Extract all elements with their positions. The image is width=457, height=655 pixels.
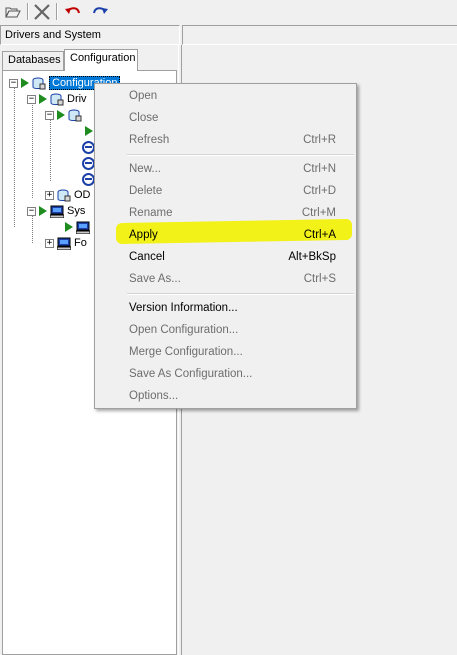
menu-item-refresh[interactable]: Refresh Ctrl+R: [96, 129, 354, 151]
tree-item-label: OD: [74, 189, 91, 201]
database-icon: [50, 93, 64, 105]
right-panel-header: [182, 25, 457, 45]
collapse-icon[interactable]: −: [9, 78, 18, 88]
delete-x-icon[interactable]: [31, 2, 53, 22]
expand-icon[interactable]: +: [45, 238, 54, 248]
menu-item-merge-configuration[interactable]: Merge Configuration...: [96, 341, 354, 363]
undo-icon[interactable]: [62, 2, 84, 22]
menu-item-new[interactable]: New... Ctrl+N: [96, 158, 354, 180]
tab-databases[interactable]: Databases: [2, 51, 64, 70]
computer-icon: [57, 237, 71, 250]
tree-line: [32, 101, 33, 198]
tree-item-od[interactable]: + OD: [45, 187, 91, 203]
menu-item-save-as[interactable]: Save As... Ctrl+S: [96, 268, 354, 290]
play-icon: [39, 94, 47, 104]
database-icon: [32, 77, 46, 89]
toolbar-separator: [27, 3, 29, 20]
menu-item-save-as-configuration[interactable]: Save As Configuration...: [96, 363, 354, 385]
play-icon: [85, 126, 93, 136]
panel-title: Drivers and System: [0, 25, 180, 45]
collapse-icon[interactable]: −: [27, 206, 36, 216]
menu-item-open[interactable]: Open: [96, 85, 354, 107]
menu-item-options[interactable]: Options...: [96, 385, 354, 407]
menu-item-close[interactable]: Close: [96, 107, 354, 129]
tree-item-label: Fo: [74, 237, 87, 249]
play-icon: [57, 110, 65, 120]
collapse-icon[interactable]: −: [27, 94, 36, 104]
database-icon: [57, 189, 71, 201]
computer-icon: [76, 221, 90, 234]
menu-item-apply[interactable]: Apply Ctrl+A: [96, 224, 354, 246]
menu-separator: [127, 293, 354, 295]
toolbar: [0, 0, 457, 24]
tree-item-label: Sys: [67, 205, 86, 217]
computer-icon: [50, 205, 64, 218]
tree-item-fo[interactable]: + Fo: [45, 235, 87, 251]
menu-item-rename[interactable]: Rename Ctrl+M: [96, 202, 354, 224]
play-icon: [21, 78, 29, 88]
expand-icon[interactable]: +: [45, 190, 54, 200]
menu-item-version-information[interactable]: Version Information...: [96, 297, 354, 319]
collapse-icon[interactable]: −: [45, 110, 54, 120]
tree-line: [50, 117, 51, 181]
tab-configuration[interactable]: Configuration: [64, 49, 138, 71]
menu-item-open-configuration[interactable]: Open Configuration...: [96, 319, 354, 341]
tree-item-system[interactable]: − Sys: [27, 203, 85, 219]
tree-item[interactable]: [65, 219, 93, 235]
redo-icon[interactable]: [89, 2, 111, 22]
tree-item-label: Driv: [67, 93, 87, 105]
toolbar-separator: [56, 3, 58, 20]
menu-item-delete[interactable]: Delete Ctrl+D: [96, 180, 354, 202]
tree-line: [14, 85, 15, 227]
open-folder-icon[interactable]: [2, 2, 24, 22]
menu-separator: [127, 154, 354, 156]
tree-item-drivers[interactable]: − Driv: [27, 91, 87, 107]
menu-item-cancel[interactable]: Cancel Alt+BkSp: [96, 246, 354, 268]
play-icon: [65, 222, 73, 232]
database-icon: [68, 109, 82, 121]
tab-bar: Databases Configuration: [0, 49, 180, 71]
tree-item[interactable]: −: [45, 107, 85, 123]
play-icon: [39, 206, 47, 216]
